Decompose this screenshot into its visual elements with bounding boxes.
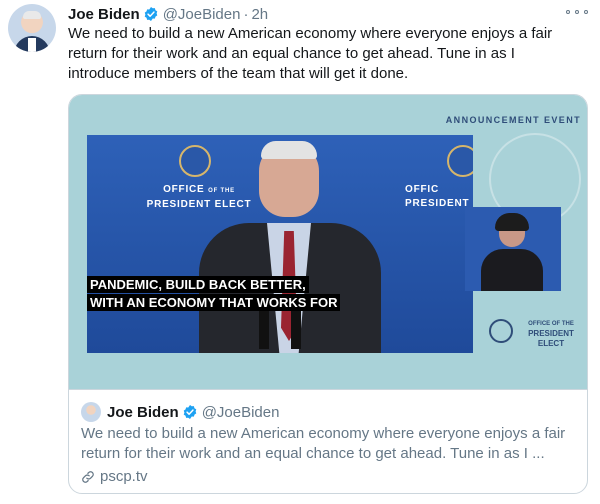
verified-badge-icon <box>183 405 196 419</box>
card-link-domain[interactable]: pscp.tv <box>100 468 148 485</box>
author-handle[interactable]: @JoeBiden <box>163 6 241 23</box>
tweet-text-line: introduce members of the team that will … <box>68 65 409 82</box>
author-name[interactable]: Joe Biden <box>68 6 140 23</box>
quoted-tweet[interactable]: Joe Biden @JoeBiden We need to build a n… <box>69 389 587 493</box>
quoted-author-handle[interactable]: @JoeBiden <box>202 404 280 421</box>
backdrop-text-right: OFFIC PRESIDENT <box>405 184 470 209</box>
announcement-label: ANNOUNCEMENT EVENT <box>445 115 581 125</box>
office-logo-text: OFFICE OF THE PRESIDENT ELECT <box>528 321 574 348</box>
backdrop-text: OFFICE OF THE PRESIDENT ELECT <box>146 184 252 210</box>
presidential-seal-icon <box>447 145 473 177</box>
quoted-tweet-text: We need to build a new American economy … <box>81 425 566 462</box>
author-avatar[interactable] <box>8 4 56 52</box>
video-frame[interactable]: OFFICE OF THE PRESIDENT ELECT OFFIC PRES… <box>87 135 473 353</box>
presidential-seal-icon <box>179 145 211 177</box>
more-options-icon[interactable] <box>566 6 588 18</box>
tweet-text-line: We need to build a new American economy … <box>68 25 553 42</box>
microphone <box>259 305 269 349</box>
quoted-author-avatar[interactable] <box>81 402 101 422</box>
quoted-tweet-card[interactable]: ANNOUNCEMENT EVENT OFFICE OF THE PRESIDE… <box>68 94 588 494</box>
tweet[interactable]: Joe Biden @JoeBiden · 2h We need to buil… <box>0 0 600 504</box>
video-media[interactable]: ANNOUNCEMENT EVENT OFFICE OF THE PRESIDE… <box>69 95 587 389</box>
quoted-tweet-header: Joe Biden @JoeBiden <box>107 402 279 422</box>
link-icon <box>82 470 94 483</box>
verified-badge-icon <box>144 7 157 21</box>
card-link[interactable]: pscp.tv <box>81 468 148 485</box>
tweet-header: Joe Biden @JoeBiden · 2h <box>68 4 268 24</box>
separator-dot: · <box>243 5 249 23</box>
tweet-text-line: return for their work and an equal chanc… <box>68 45 515 62</box>
tweet-timestamp[interactable]: 2h <box>251 6 268 23</box>
quoted-author-name[interactable]: Joe Biden <box>107 404 179 421</box>
video-caption: PANDEMIC, BUILD BACK BETTER, WITH AN ECO… <box>87 275 341 311</box>
sign-language-interpreter <box>465 207 561 291</box>
microphone <box>291 305 301 349</box>
office-logo-icon <box>489 319 513 343</box>
tweet-text: We need to build a new American economy … <box>68 24 588 84</box>
